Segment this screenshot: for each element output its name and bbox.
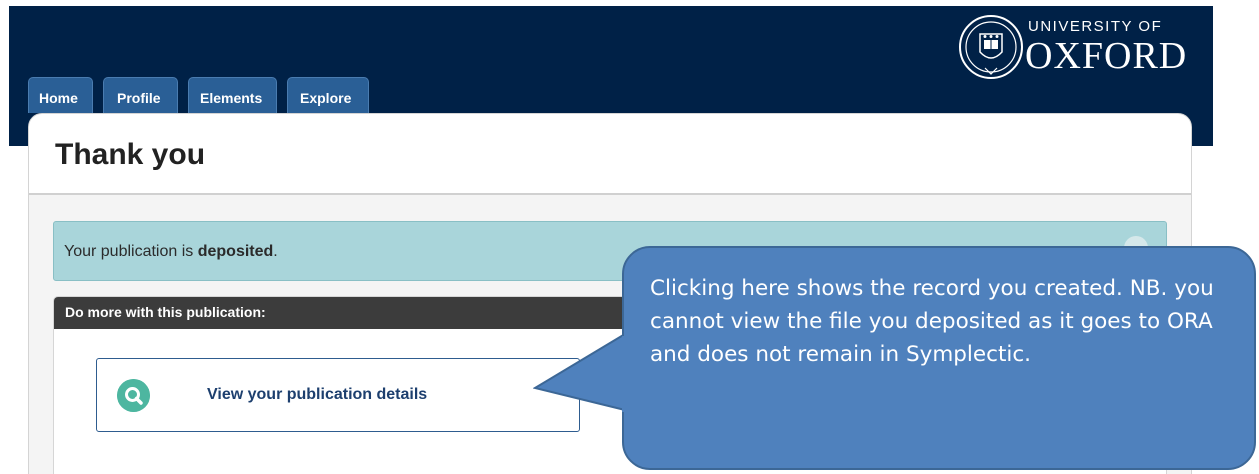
more-actions-title: Do more with this publication:	[65, 304, 266, 320]
view-publication-details-button[interactable]: View your publication details	[96, 358, 580, 432]
alert-text-suffix: .	[273, 243, 278, 260]
alert-text-prefix: Your publication is	[64, 243, 198, 260]
panel-header: Thank you	[29, 114, 1191, 195]
callout-seam-cover	[622, 336, 628, 412]
tab-home[interactable]: Home	[28, 77, 93, 113]
callout-text: Clicking here shows the record you creat…	[650, 276, 1214, 367]
university-logo[interactable]: UNIVERSITY OF OXFORD	[954, 12, 1190, 84]
page: UNIVERSITY OF OXFORD Home Profile Elemen…	[0, 0, 1259, 474]
callout-pointer	[533, 333, 626, 411]
main-nav: Home Profile Elements Explore	[28, 77, 369, 113]
annotation-callout: Clicking here shows the record you creat…	[622, 246, 1256, 470]
alert-status: deposited	[197, 243, 274, 260]
oxford-crest-icon	[959, 15, 1023, 79]
logo-line-1: UNIVERSITY OF	[1028, 18, 1163, 35]
tab-profile[interactable]: Profile	[103, 77, 178, 113]
alert-message: Your publication is deposited.	[64, 243, 278, 261]
logo-line-2: OXFORD	[1025, 35, 1188, 77]
tab-elements[interactable]: Elements	[188, 77, 277, 113]
tab-explore[interactable]: Explore	[287, 77, 369, 113]
page-title: Thank you	[55, 138, 206, 171]
view-publication-details-label: View your publication details	[207, 386, 428, 403]
search-icon	[117, 379, 150, 412]
